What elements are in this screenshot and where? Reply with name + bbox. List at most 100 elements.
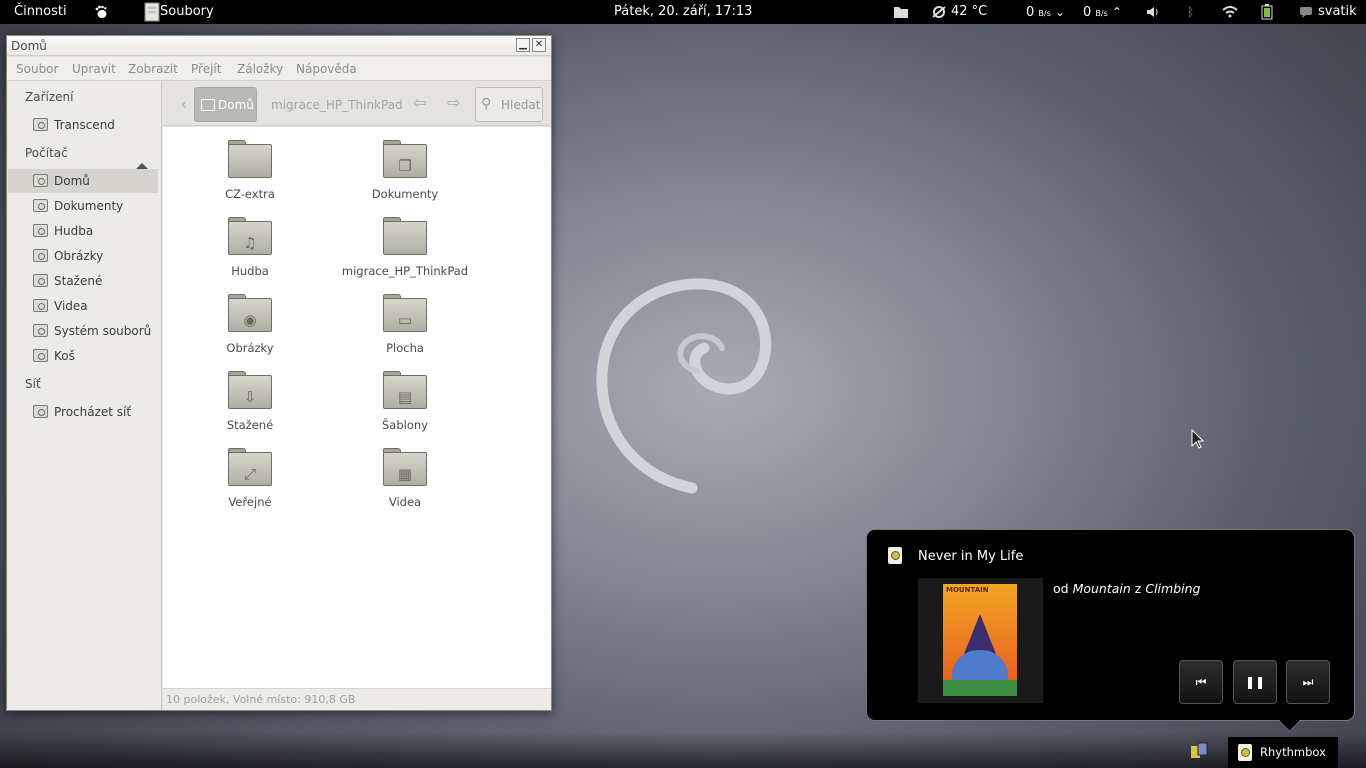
breadcrumb-migrace[interactable]: migrace_HP_ThinkPad — [271, 98, 403, 112]
user-menu-button[interactable]: svatik — [1318, 0, 1357, 24]
upload-speed[interactable]: 0 B/s ⌃ — [1083, 0, 1122, 24]
sidebar-item-label: Hudba — [54, 224, 94, 238]
gnome-foot-icon — [94, 0, 108, 24]
artist-name: Mountain — [1072, 581, 1131, 596]
debian-logo — [592, 276, 782, 499]
tray-item-rhythmbox[interactable]: Rhythmbox — [1228, 737, 1338, 768]
sensor-icon[interactable] — [931, 0, 947, 24]
menu-upravit[interactable]: Upravit — [72, 62, 116, 76]
file-item-videa[interactable]: ▦ Videa — [335, 443, 475, 517]
sidebar-item-label: Stažené — [54, 274, 103, 288]
app-menu-button[interactable]: Soubory — [160, 0, 214, 24]
search-icon: ⚲ — [481, 96, 492, 112]
album-art-title: MOUNTAIN — [946, 586, 989, 594]
from-text: z — [1134, 581, 1142, 596]
file-item-migrace[interactable]: migrace_HP_ThinkPad — [335, 212, 475, 286]
search-button[interactable]: ⚲ Hledat — [475, 87, 543, 122]
sidebar-item-music[interactable]: Hudba — [8, 219, 158, 243]
public-folder-icon: ⤢ — [228, 448, 272, 486]
files-app-icon — [144, 0, 160, 24]
sidebar-item-trash[interactable]: Koš — [8, 344, 158, 368]
file-item-obrazky[interactable]: ◉ Obrázky — [180, 289, 320, 363]
top-bar: Činnosti Soubory Pátek, 20. září, 17:13 … — [0, 0, 1366, 24]
notification-source-icon[interactable] — [1190, 742, 1208, 760]
menu-zalozky[interactable]: Záložky — [237, 62, 283, 76]
videos-folder-icon: ▦ — [383, 448, 427, 486]
bluetooth-icon[interactable]: ᛒ — [1187, 0, 1199, 24]
desktop-folder-icon: ▭ — [383, 294, 427, 332]
music-notification[interactable]: Never in My Life MOUNTAIN od Mountain z … — [866, 529, 1355, 721]
menu-bar: Soubor Upravit Zobrazit Přejít Záložky N… — [7, 57, 551, 81]
temperature-readout[interactable]: 42 °C — [951, 0, 987, 24]
album-cover: MOUNTAIN — [918, 578, 1043, 703]
sidebar-item-transcend[interactable]: Transcend — [8, 113, 158, 137]
user-status-icon — [1299, 0, 1313, 24]
file-label: Plocha — [386, 341, 424, 355]
upload-speed-unit: B/s — [1095, 9, 1108, 18]
file-label: Hudba — [231, 264, 269, 278]
download-speed-value: 0 — [1026, 5, 1035, 20]
file-item-verejne[interactable]: ⤢ Veřejné — [180, 443, 320, 517]
previous-button[interactable]: ⏮ — [1179, 660, 1223, 704]
volume-icon[interactable] — [1146, 0, 1160, 24]
forward-arrow-icon[interactable]: ⇨ — [447, 93, 460, 112]
templates-folder-icon: ▤ — [383, 371, 427, 409]
track-title: Never in My Life — [918, 549, 1024, 564]
sidebar-item-downloads[interactable]: Stažené — [8, 269, 158, 293]
menu-soubor[interactable]: Soubor — [16, 62, 58, 76]
sidebar-header-computer: Počítač — [25, 146, 68, 160]
battery-icon[interactable] — [1261, 0, 1273, 24]
window-title: Domů — [11, 39, 47, 53]
sidebar-item-home[interactable]: Domů — [8, 169, 158, 193]
pictures-folder-icon — [33, 249, 48, 262]
file-grid: CZ-extra ❐ Dokumenty ♫ Hudba migrace_HP_… — [163, 127, 551, 688]
sidebar-item-pictures[interactable]: Obrázky — [8, 244, 158, 268]
file-item-sablony[interactable]: ▤ Šablony — [335, 366, 475, 440]
file-label: Videa — [388, 495, 422, 509]
file-label: Obrázky — [226, 341, 274, 355]
track-subtitle: od Mountain z Climbing — [1053, 581, 1200, 596]
file-label: Stažené — [226, 418, 274, 432]
clock[interactable]: Pátek, 20. září, 17:13 — [614, 0, 752, 24]
menu-zobrazit[interactable]: Zobrazit — [128, 62, 178, 76]
album-name: Climbing — [1145, 581, 1201, 596]
documents-folder-icon — [33, 199, 48, 212]
videos-folder-icon — [33, 299, 48, 312]
downloads-folder-icon: ⇩ — [228, 371, 272, 409]
scroll-left-icon[interactable]: ‹ — [181, 97, 187, 113]
sidebar-item-browse-network[interactable]: Procházet síť — [8, 400, 158, 424]
back-arrow-icon[interactable]: ⇦ — [413, 93, 426, 112]
music-folder-icon: ♫ — [228, 217, 272, 255]
sidebar-item-documents[interactable]: Dokumenty — [8, 194, 158, 218]
minimize-button[interactable]: ▁ — [516, 38, 530, 52]
menu-prejit[interactable]: Přejít — [191, 62, 221, 76]
wifi-icon[interactable] — [1222, 0, 1238, 24]
breadcrumb-home[interactable]: Domů — [194, 87, 257, 122]
upload-speed-value: 0 — [1083, 5, 1092, 20]
sidebar-item-videos[interactable]: Videa — [8, 294, 158, 318]
next-button[interactable]: ⏭ — [1286, 660, 1330, 704]
file-label: Veřejné — [228, 495, 272, 509]
file-item-plocha[interactable]: ▭ Plocha — [335, 289, 475, 363]
pause-button[interactable]: ❚❚ — [1233, 660, 1277, 704]
file-item-stazene[interactable]: ⇩ Stažené — [180, 366, 320, 440]
window-titlebar[interactable]: Domů ▁ ✕ — [7, 36, 551, 56]
folder-indicator-icon[interactable] — [893, 0, 909, 24]
activities-button[interactable]: Činnosti — [14, 0, 67, 24]
folder-icon — [228, 140, 272, 178]
mouse-pointer-icon — [1191, 428, 1205, 452]
tray-item-label: Rhythmbox — [1260, 745, 1326, 759]
sidebar-item-label: Systém souborů — [54, 324, 152, 338]
close-button[interactable]: ✕ — [532, 38, 546, 52]
file-label: Šablony — [382, 418, 428, 432]
sidebar-item-filesystem[interactable]: Systém souborů — [8, 319, 158, 343]
pause-icon: ❚❚ — [1244, 675, 1266, 689]
sidebar-header-devices: Zařízení — [25, 90, 74, 104]
file-item-hudba[interactable]: ♫ Hudba — [180, 212, 320, 286]
file-item-dokumenty[interactable]: ❐ Dokumenty — [335, 135, 475, 209]
file-item-cz-extra[interactable]: CZ-extra — [180, 135, 320, 209]
menu-napoveda[interactable]: Nápověda — [296, 62, 357, 76]
filesystem-icon — [33, 324, 48, 337]
download-speed[interactable]: 0 B/s ⌄ — [1026, 0, 1065, 24]
trash-icon — [33, 349, 48, 362]
